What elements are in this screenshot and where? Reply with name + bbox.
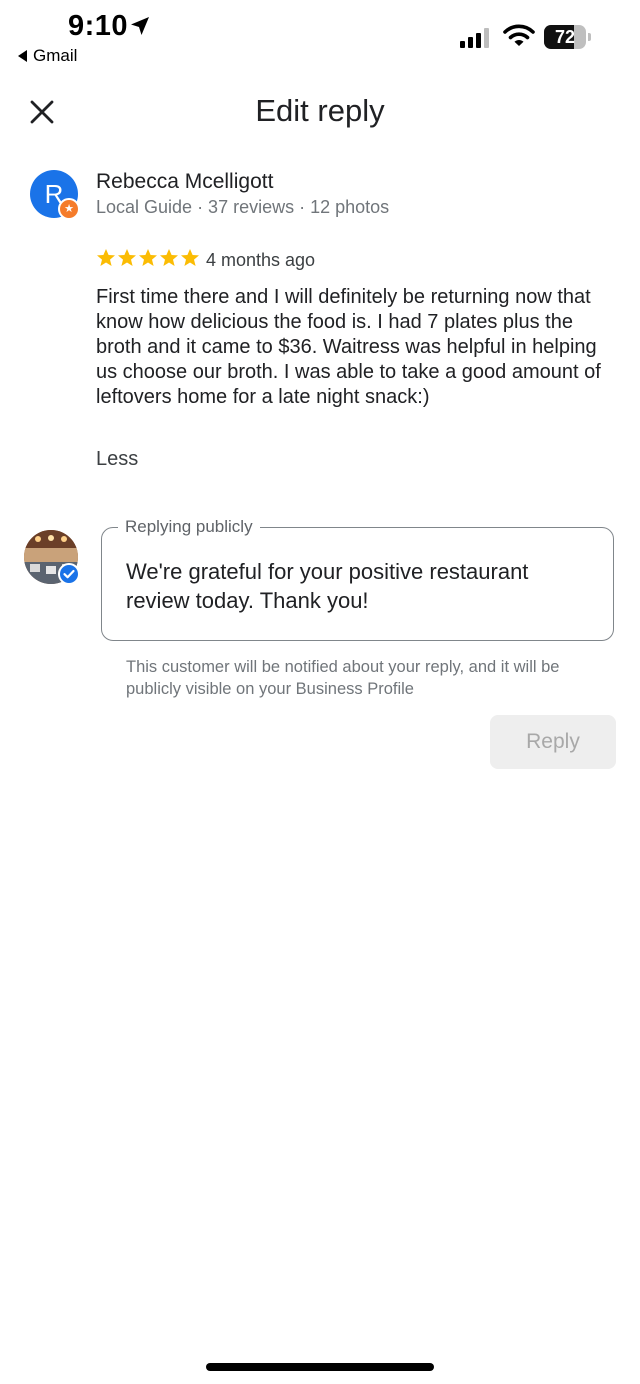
- star-icon: [97, 249, 115, 266]
- wifi-icon: [503, 24, 535, 46]
- home-indicator[interactable]: [206, 1363, 434, 1371]
- battery-icon: 72: [544, 25, 592, 49]
- star-icon: [118, 249, 136, 266]
- page-title: Edit reply: [255, 93, 385, 128]
- back-triangle-icon: [18, 50, 27, 62]
- battery-level: 72: [554, 27, 576, 47]
- star-icon: [160, 249, 178, 266]
- reply-button[interactable]: Reply: [490, 715, 616, 769]
- local-guide-star-icon: ★: [58, 198, 80, 220]
- signal-icon: [460, 28, 489, 48]
- star-icon: [139, 249, 157, 266]
- star-icon: [181, 249, 199, 266]
- star-rating: [96, 248, 200, 268]
- status-time: 9:10: [68, 10, 129, 42]
- review-time: 4 months ago: [206, 250, 316, 270]
- verified-badge-icon: [58, 563, 80, 585]
- reply-visibility-notice: This customer will be notified about you…: [126, 658, 560, 698]
- reply-field-label: Replying publicly: [118, 517, 260, 537]
- reply-text-value[interactable]: We're grateful for your positive restaur…: [126, 557, 596, 615]
- reviewer-name: Rebecca Mcelligott: [96, 170, 274, 193]
- reviewer-meta: Local Guide · 37 reviews · 12 photos: [96, 197, 390, 217]
- back-to-app-button[interactable]: Gmail: [18, 46, 77, 66]
- location-arrow-icon: [131, 17, 149, 35]
- review-text: First time there and I will definitely b…: [96, 286, 601, 408]
- back-app-label: Gmail: [33, 46, 78, 65]
- less-button[interactable]: Less: [96, 448, 138, 471]
